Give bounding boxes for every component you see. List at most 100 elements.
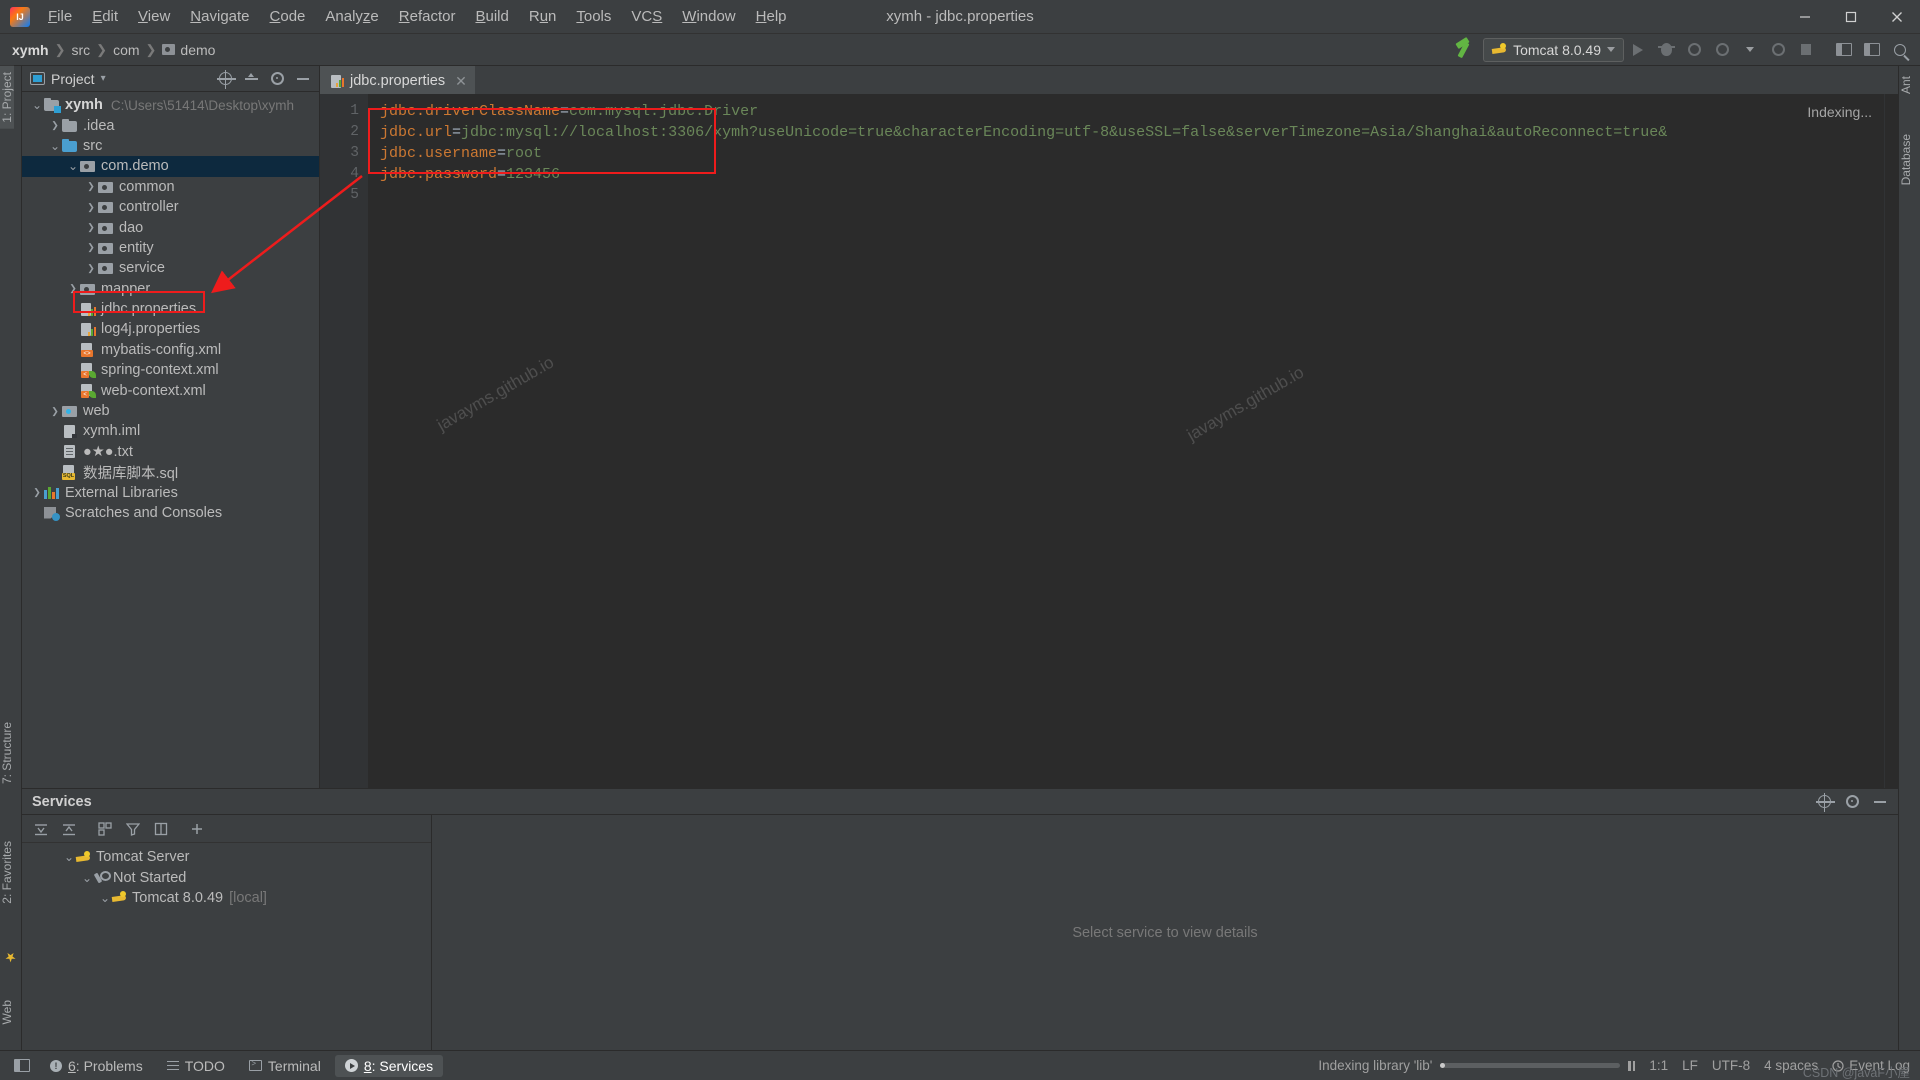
menu-bar[interactable]: File Edit View Navigate Code Analyze Ref… — [38, 4, 797, 29]
collapse-all-icon[interactable] — [56, 817, 82, 841]
toggle-tool-windows-icon[interactable] — [14, 1059, 30, 1072]
menu-tools[interactable]: Tools — [566, 4, 621, 29]
tree-row-controller[interactable]: ❯controller — [22, 197, 319, 217]
minimize-button[interactable] — [1782, 0, 1828, 34]
chevron-right-icon[interactable]: ❯ — [84, 222, 98, 233]
stop-button[interactable] — [1792, 37, 1820, 63]
code-line[interactable] — [380, 185, 1884, 206]
tree-row--sql[interactable]: SQL数据库脚本.sql — [22, 462, 319, 482]
tree-row-scratches-and-consoles[interactable]: Scratches and Consoles — [22, 503, 319, 523]
code-line[interactable]: jdbc.driverClassName=com.mysql.jdbc.Driv… — [380, 101, 1884, 122]
menu-view[interactable]: View — [128, 4, 180, 29]
add-service-icon[interactable] — [184, 817, 210, 841]
tree-row--txt[interactable]: ●★●.txt — [22, 442, 319, 462]
chevron-right-icon[interactable]: ❯ — [84, 242, 98, 253]
code-line[interactable]: jdbc.url=jdbc:mysql://localhost:3306/xym… — [380, 122, 1884, 143]
menu-edit[interactable]: Edit — [82, 4, 128, 29]
project-tree[interactable]: ⌄xymhC:\Users\51414\Desktop\xymh❯.idea⌄s… — [22, 92, 319, 818]
gear-icon[interactable] — [1840, 791, 1864, 813]
update-project-icon[interactable] — [1830, 37, 1858, 63]
rail-button-database[interactable]: Database — [1899, 128, 1913, 191]
caret-position[interactable]: 1:1 — [1649, 1058, 1668, 1073]
tree-row-web-context-xml[interactable]: <web-context.xml — [22, 380, 319, 400]
bottom-button-problems[interactable]: ! 6: Problems — [40, 1055, 153, 1077]
attach-process-button[interactable] — [1764, 37, 1792, 63]
line-separator[interactable]: LF — [1682, 1058, 1698, 1073]
chevron-down-icon[interactable]: ⌄ — [80, 871, 94, 885]
breadcrumb-com[interactable]: com — [109, 40, 143, 60]
menu-build[interactable]: Build — [465, 4, 518, 29]
maximize-button[interactable] — [1828, 0, 1874, 34]
menu-refactor[interactable]: Refactor — [389, 4, 466, 29]
collapse-all-icon[interactable] — [239, 68, 263, 90]
tree-row-src[interactable]: ⌄src — [22, 136, 319, 156]
rail-button-project[interactable]: 1: Project — [0, 66, 14, 129]
code-line[interactable]: jdbc.password=123456 — [380, 164, 1884, 185]
menu-code[interactable]: Code — [260, 4, 316, 29]
tree-row-entity[interactable]: ❯entity — [22, 238, 319, 258]
rail-button-structure[interactable]: 7: Structure — [0, 716, 14, 790]
editor-scroll-strip[interactable] — [1884, 94, 1898, 818]
file-encoding[interactable]: UTF-8 — [1712, 1058, 1750, 1073]
menu-run[interactable]: Run — [519, 4, 567, 29]
close-icon[interactable]: ✕ — [455, 73, 467, 90]
pause-icon[interactable] — [1628, 1061, 1635, 1071]
chevron-down-icon[interactable]: ⌄ — [98, 891, 112, 905]
gear-icon[interactable] — [265, 68, 289, 90]
bottom-button-todo[interactable]: TODO — [157, 1055, 235, 1077]
services-tree[interactable]: ⌄Tomcat Server⌄Not Started⌄Tomcat 8.0.49… — [22, 843, 431, 1050]
chevron-down-icon[interactable]: ⌄ — [30, 98, 44, 112]
tree-row-log4j-properties[interactable]: log4j.properties — [22, 319, 319, 339]
group-by-icon[interactable] — [92, 817, 118, 841]
filter-icon[interactable] — [120, 817, 146, 841]
chevron-right-icon[interactable]: ❯ — [84, 181, 98, 192]
chevron-down-icon[interactable]: ⌄ — [62, 850, 76, 864]
scroll-from-source-icon[interactable] — [1812, 791, 1836, 813]
close-button[interactable] — [1874, 0, 1920, 34]
rail-button-ant[interactable]: Ant — [1899, 70, 1913, 100]
chevron-down-icon[interactable]: ⌄ — [66, 159, 80, 173]
run-button[interactable] — [1624, 37, 1652, 63]
tree-row-spring-context-xml[interactable]: <spring-context.xml — [22, 360, 319, 380]
menu-analyze[interactable]: Analyze — [315, 4, 388, 29]
chevron-right-icon[interactable]: ❯ — [84, 263, 98, 274]
tree-row-mapper[interactable]: ❯mapper — [22, 279, 319, 299]
settings-layout-icon[interactable] — [1858, 37, 1886, 63]
service-row-tomcat-8-0-49[interactable]: ⌄Tomcat 8.0.49[local] — [22, 888, 431, 908]
run-configuration-selector[interactable]: Tomcat 8.0.49 — [1483, 38, 1624, 62]
tree-row-xymh-iml[interactable]: xymh.iml — [22, 421, 319, 441]
bottom-button-terminal[interactable]: Terminal — [239, 1055, 331, 1077]
editor-tab-jdbc-properties[interactable]: jdbc.properties ✕ — [320, 66, 475, 94]
hide-panel-icon[interactable] — [291, 68, 315, 90]
tree-row-jdbc-properties[interactable]: jdbc.properties — [22, 299, 319, 319]
code-content[interactable]: jdbc.driverClassName=com.mysql.jdbc.Driv… — [368, 94, 1884, 818]
tree-row-dao[interactable]: ❯dao — [22, 217, 319, 237]
chevron-right-icon[interactable]: ❯ — [66, 283, 80, 294]
tree-row-external-libraries[interactable]: ❯External Libraries — [22, 482, 319, 502]
service-row-tomcat-server[interactable]: ⌄Tomcat Server — [22, 847, 431, 867]
service-row-not-started[interactable]: ⌄Not Started — [22, 867, 431, 887]
menu-window[interactable]: Window — [672, 4, 745, 29]
tree-row--idea[interactable]: ❯.idea — [22, 115, 319, 135]
rail-button-web[interactable]: Web — [0, 994, 14, 1030]
menu-navigate[interactable]: Navigate — [180, 4, 259, 29]
breadcrumb-src[interactable]: src — [67, 40, 94, 60]
menu-file[interactable]: File — [38, 4, 82, 29]
profiler-button[interactable] — [1708, 37, 1736, 63]
tree-row-common[interactable]: ❯common — [22, 177, 319, 197]
tree-row-mybatis-config-xml[interactable]: <>mybatis-config.xml — [22, 340, 319, 360]
show-configurations-icon[interactable] — [148, 817, 174, 841]
expand-all-icon[interactable] — [28, 817, 54, 841]
menu-help[interactable]: Help — [746, 4, 797, 29]
chevron-right-icon[interactable]: ❯ — [48, 120, 62, 131]
chevron-down-icon[interactable]: ⌄ — [48, 139, 62, 153]
run-with-coverage-button[interactable] — [1680, 37, 1708, 63]
chevron-right-icon[interactable]: ❯ — [30, 487, 44, 498]
chevron-right-icon[interactable]: ❯ — [84, 202, 98, 213]
code-line[interactable]: jdbc.username=root — [380, 143, 1884, 164]
profiler-dropdown-icon[interactable] — [1736, 37, 1764, 63]
chevron-down-icon[interactable]: ▾ — [101, 73, 106, 84]
search-everywhere-icon[interactable] — [1886, 37, 1914, 63]
bottom-button-services[interactable]: 8: Services — [335, 1055, 443, 1077]
hide-panel-icon[interactable] — [1868, 791, 1892, 813]
